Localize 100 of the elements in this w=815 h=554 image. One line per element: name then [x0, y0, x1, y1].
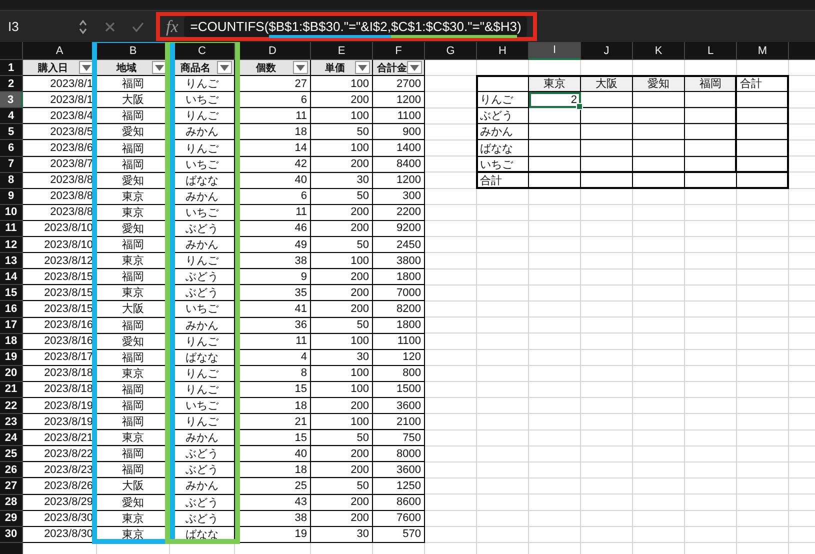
- function-button[interactable]: fx: [166, 16, 178, 36]
- table-cell: 大阪: [97, 92, 170, 108]
- table-cell: 200: [311, 510, 373, 527]
- column-header[interactable]: K: [633, 42, 685, 60]
- table-cell: 福岡: [97, 462, 170, 478]
- caret-icon: [410, 64, 419, 71]
- table-cell: 2023/8/12: [23, 253, 97, 270]
- table-cell: 2450: [373, 237, 425, 254]
- table-cell: りんご: [170, 108, 235, 124]
- row-header[interactable]: 30: [0, 526, 23, 543]
- filter-button[interactable]: [293, 61, 308, 74]
- table-cell: 8600: [373, 494, 425, 511]
- caret-icon: [220, 64, 229, 71]
- table-cell: 1400: [373, 140, 425, 157]
- filter-button[interactable]: [407, 61, 422, 74]
- row-header[interactable]: 7: [0, 156, 23, 173]
- column-header[interactable]: L: [685, 42, 737, 60]
- row-header[interactable]: 13: [0, 253, 23, 270]
- table-cell: いちご: [170, 301, 235, 318]
- filter-button[interactable]: [217, 61, 232, 74]
- table-cell: 200: [311, 204, 373, 221]
- row-header[interactable]: 8: [0, 172, 23, 189]
- row-header[interactable]: 9: [0, 188, 23, 205]
- stepper-icon[interactable]: [78, 18, 88, 34]
- row-header[interactable]: 21: [0, 382, 23, 398]
- row-header[interactable]: 25: [0, 446, 23, 462]
- table-cell: 2023/8/19: [23, 398, 97, 414]
- table-cell: 2023/8/10: [23, 237, 97, 254]
- formula-field[interactable]: =COUNTIFS($B$1:$B$30."="&I$2,$C$1:$C$30."="&$H3): [184, 16, 528, 37]
- table-cell: 3600: [373, 398, 425, 414]
- row-header[interactable]: 3: [0, 92, 23, 108]
- table-cell: 6: [235, 92, 311, 108]
- table-cell: 9200: [373, 220, 425, 238]
- table-cell: 1200: [373, 92, 425, 108]
- column-label: 愛知: [633, 76, 685, 92]
- table-cell: 49: [235, 237, 311, 254]
- row-header[interactable]: 22: [0, 398, 23, 414]
- row-header[interactable]: 24: [0, 430, 23, 446]
- table-cell: りんご: [170, 253, 235, 270]
- row-header[interactable]: 26: [0, 462, 23, 478]
- column-header[interactable]: H: [477, 42, 529, 60]
- column-header[interactable]: F: [373, 42, 425, 60]
- row-header[interactable]: 17: [0, 318, 23, 334]
- row-header[interactable]: 23: [0, 414, 23, 430]
- filter-button[interactable]: [355, 61, 370, 74]
- table-cell: [581, 108, 633, 124]
- table-cell: 25: [235, 478, 311, 495]
- table-cell: 50: [311, 430, 373, 446]
- table-cell: 大阪: [97, 478, 170, 495]
- column-header[interactable]: E: [311, 42, 373, 60]
- row-header[interactable]: 20: [0, 366, 23, 382]
- row-header[interactable]: 29: [0, 510, 23, 527]
- column-label: 合計: [737, 76, 789, 92]
- table-cell: みかん: [170, 318, 235, 334]
- table-cell: 2023/8/26: [23, 478, 97, 495]
- table-cell: 1800: [373, 269, 425, 286]
- row-header[interactable]: 4: [0, 108, 23, 124]
- column-label: 福岡: [685, 76, 737, 92]
- table-cell: 7600: [373, 510, 425, 527]
- table-cell: 8: [235, 366, 311, 382]
- row-header[interactable]: 2: [0, 76, 23, 92]
- column-header[interactable]: I: [529, 42, 581, 60]
- row-label: ぶどう: [477, 108, 529, 124]
- table-cell: りんご: [170, 366, 235, 382]
- table-cell: 2023/8/8: [23, 172, 97, 189]
- row-header[interactable]: 16: [0, 301, 23, 318]
- row-header[interactable]: 28: [0, 494, 23, 511]
- column-header[interactable]: M: [737, 42, 789, 60]
- table-cell: 1100: [373, 108, 425, 124]
- table-cell: 35: [235, 285, 311, 302]
- table-cell: ぶどう: [170, 494, 235, 511]
- table-cell: 福岡: [97, 108, 170, 124]
- cancel-icon[interactable]: [104, 20, 116, 32]
- row-header[interactable]: 18: [0, 334, 23, 350]
- row-header[interactable]: 10: [0, 204, 23, 221]
- table-cell: 200: [311, 269, 373, 286]
- row-header[interactable]: 1: [0, 60, 23, 76]
- row-header[interactable]: 15: [0, 285, 23, 302]
- table-cell: みかん: [170, 237, 235, 254]
- column-header[interactable]: G: [425, 42, 477, 60]
- row-header[interactable]: 5: [0, 124, 23, 140]
- table-cell: 30: [311, 350, 373, 366]
- checkmark-icon[interactable]: [132, 20, 144, 32]
- name-box[interactable]: I3: [6, 16, 78, 38]
- table-cell: 43: [235, 494, 311, 511]
- table-cell: ぶどう: [170, 462, 235, 478]
- row-header[interactable]: 6: [0, 140, 23, 157]
- row-header[interactable]: 14: [0, 269, 23, 286]
- header-label: 地域: [115, 62, 138, 75]
- row-header[interactable]: 12: [0, 237, 23, 254]
- row-header[interactable]: 27: [0, 478, 23, 495]
- table-cell: 2023/8/7: [23, 156, 97, 173]
- table-cell: 18: [235, 462, 311, 478]
- row-header[interactable]: 19: [0, 350, 23, 366]
- table-cell: 18: [235, 398, 311, 414]
- table-cell: りんご: [170, 140, 235, 157]
- row-header[interactable]: 11: [0, 220, 23, 238]
- fill-handle[interactable]: [576, 103, 583, 110]
- column-label: 東京: [529, 76, 581, 92]
- column-header[interactable]: J: [581, 42, 633, 60]
